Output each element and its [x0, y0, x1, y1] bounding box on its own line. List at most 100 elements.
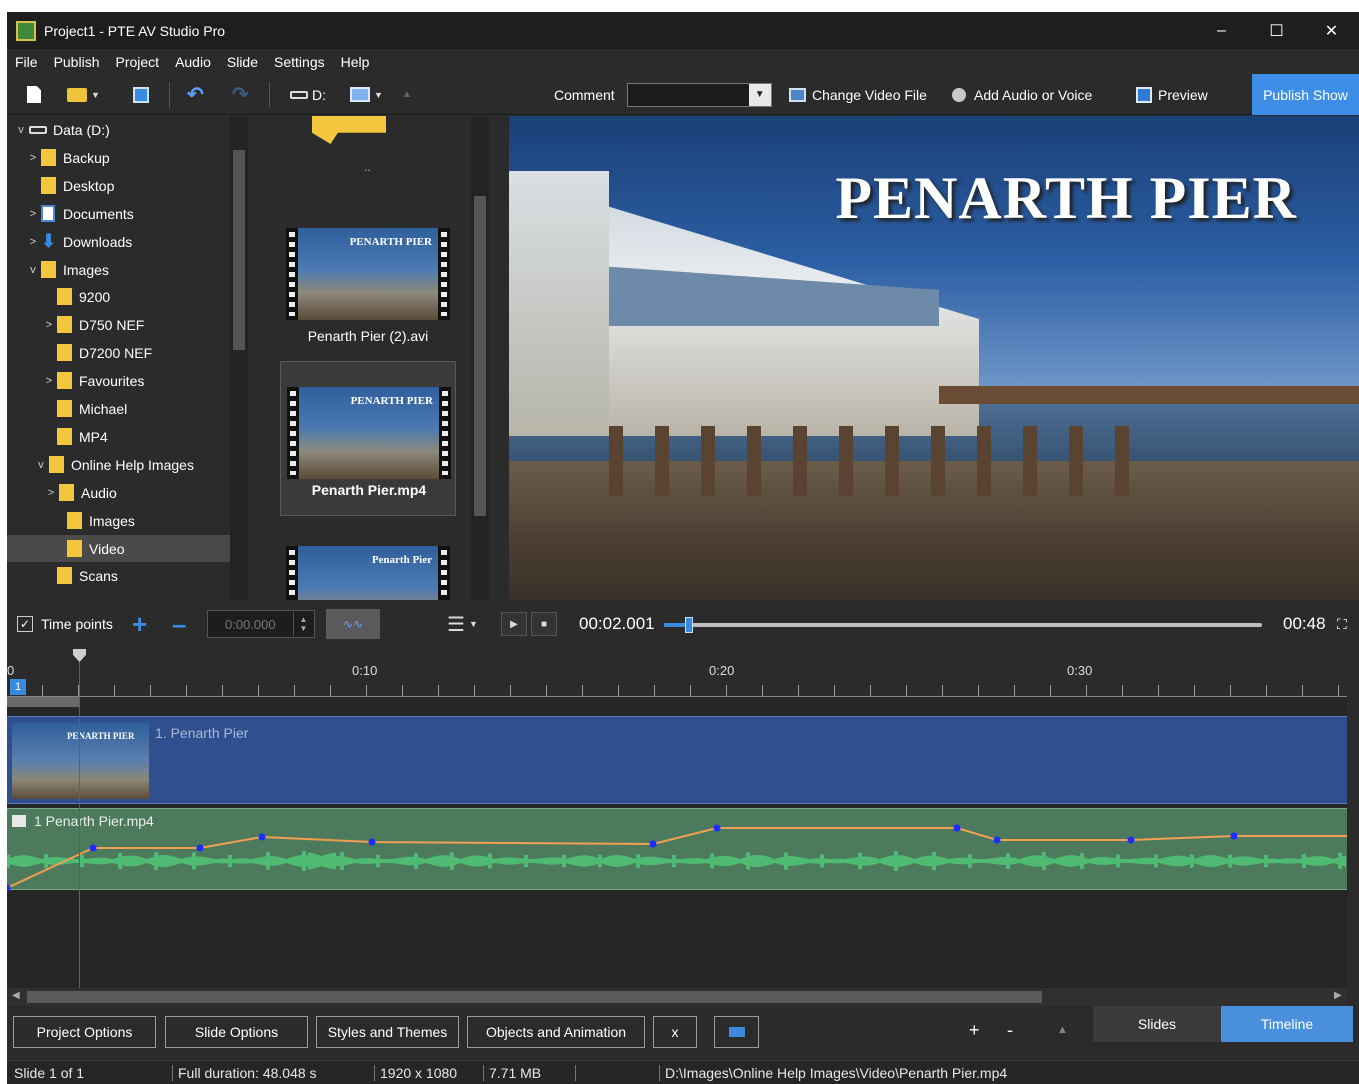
tree-item-d7200-nef[interactable]: D7200 NEF	[41, 339, 152, 366]
volume-envelope-line[interactable]	[7, 827, 1347, 889]
menu-audio[interactable]: Audio	[167, 54, 219, 70]
audio-track[interactable]: 1 Penarth Pier.mp4	[7, 808, 1347, 892]
timeline[interactable]: 0 0:10 0:20 0:30 1 PENARTH PIER 1. Penar…	[7, 649, 1347, 999]
tree-item-audio[interactable]: > Audio	[43, 479, 117, 506]
objects-animation-button[interactable]: Objects and Animation	[467, 1016, 645, 1048]
menu-settings[interactable]: Settings	[266, 54, 333, 70]
publish-show-button[interactable]: Publish Show	[1252, 74, 1359, 115]
time-point-input[interactable]: 0:00.000 ▲ ▼	[207, 610, 315, 638]
tree-item-scans[interactable]: Scans	[41, 562, 118, 589]
scroll-left-icon[interactable]: ◀	[12, 990, 20, 1001]
envelope-point[interactable]	[7, 884, 11, 892]
chevron-right-icon[interactable]: >	[41, 375, 57, 387]
remove-time-point-button[interactable]: –	[172, 600, 186, 648]
time-spinner[interactable]: ▲ ▼	[293, 612, 313, 636]
view-mode-button[interactable]: ▼	[350, 74, 383, 115]
redo-button[interactable]: ↷	[232, 74, 249, 115]
chevron-right-icon[interactable]: >	[41, 319, 57, 331]
comment-field[interactable]: ▼	[626, 82, 772, 107]
tree-item-d750-nef[interactable]: > D750 NEF	[41, 311, 144, 338]
file-item[interactable]: PENARTH PIER Penarth Pier (2).avi	[280, 208, 456, 363]
tree-item-desktop[interactable]: Desktop	[25, 172, 114, 199]
timeline-vertical-scrollbar[interactable]	[1347, 649, 1359, 999]
arrow-up-icon[interactable]: ▲	[1057, 1024, 1068, 1036]
file-browser-scrollbar[interactable]	[471, 116, 489, 600]
menu-file[interactable]: File	[7, 54, 46, 70]
tree-item-documents[interactable]: > Documents	[25, 200, 134, 227]
tree-item-backup[interactable]: > Backup	[25, 144, 110, 171]
tree-scrollbar-thumb[interactable]	[233, 150, 245, 350]
remove-slide-button[interactable]: -	[1007, 1020, 1013, 1041]
tree-item-images[interactable]: v Images	[25, 256, 109, 283]
add-slide-button[interactable]: +	[969, 1020, 980, 1041]
tree-drive[interactable]: v Data (D:)	[13, 116, 110, 143]
playback-slider[interactable]	[664, 617, 1262, 633]
parent-folder-icon[interactable]	[312, 116, 386, 144]
envelope-point[interactable]	[368, 838, 376, 846]
chevron-right-icon[interactable]: >	[25, 236, 41, 248]
comment-dropdown-button[interactable]: ▼	[748, 83, 771, 106]
minimize-button[interactable]: –	[1194, 12, 1249, 49]
add-time-point-button[interactable]: +	[132, 600, 147, 648]
preview-button[interactable]: Preview	[1136, 74, 1208, 115]
stop-button[interactable]: ■	[531, 612, 557, 636]
tree-item-favourites[interactable]: > Favourites	[41, 367, 144, 394]
close-x-button[interactable]: x	[653, 1016, 697, 1048]
envelope-point[interactable]	[258, 833, 266, 841]
styles-themes-button[interactable]: Styles and Themes	[316, 1016, 459, 1048]
menu-project[interactable]: Project	[107, 54, 167, 70]
menu-help[interactable]: Help	[333, 54, 378, 70]
add-audio-button[interactable]: Add Audio or Voice	[952, 74, 1092, 115]
chevron-right-icon[interactable]: >	[25, 208, 41, 220]
open-project-button[interactable]: ▼	[67, 74, 100, 115]
tree-item-video[interactable]: Video	[7, 535, 230, 562]
change-video-file-button[interactable]: Change Video File	[789, 74, 927, 115]
envelope-point[interactable]	[196, 844, 204, 852]
time-point-field[interactable]: 0:00.000 ▲ ▼	[207, 600, 315, 648]
slide-track[interactable]: PENARTH PIER 1. Penarth Pier	[7, 716, 1347, 804]
file-browser-scrollbar-thumb[interactable]	[474, 196, 486, 516]
customize-button[interactable]	[714, 1016, 759, 1048]
tree-scrollbar[interactable]	[230, 116, 248, 600]
close-button[interactable]: ✕	[1304, 12, 1359, 49]
tree-item-images-sub[interactable]: Images	[51, 507, 135, 534]
envelope-point[interactable]	[1230, 832, 1238, 840]
tree-item-mp4[interactable]: MP4	[41, 423, 108, 450]
waveform-button[interactable]: ∿∿	[326, 600, 380, 648]
envelope-point[interactable]	[649, 840, 657, 848]
preview-panel[interactable]: PENARTH PIER	[509, 116, 1359, 600]
envelope-point[interactable]	[1127, 836, 1135, 844]
file-item[interactable]: Penarth Pier	[280, 526, 456, 600]
chevron-right-icon[interactable]: >	[43, 487, 59, 499]
play-button[interactable]: ▶	[501, 612, 527, 636]
up-arrow-button[interactable]: ▲	[402, 74, 412, 115]
envelope-point[interactable]	[713, 824, 721, 832]
envelope-point[interactable]	[953, 824, 961, 832]
fullscreen-button[interactable]: ⛶	[1337, 600, 1347, 648]
save-project-button[interactable]	[133, 74, 149, 115]
tab-slides[interactable]: Slides	[1093, 1006, 1221, 1042]
playhead-line[interactable]	[79, 649, 80, 999]
tree-item-9200[interactable]: 9200	[41, 283, 110, 310]
tree-item-downloads[interactable]: > ⬇ Downloads	[25, 228, 132, 255]
timeline-scrollbar-thumb[interactable]	[27, 991, 1042, 1003]
envelope-point[interactable]	[993, 836, 1001, 844]
file-item-selected[interactable]: PENARTH PIER Penarth Pier.mp4	[280, 361, 456, 516]
scroll-right-icon[interactable]: ▶	[1334, 990, 1342, 1001]
time-points-toggle[interactable]: ✓ Time points	[17, 600, 113, 648]
menu-slide[interactable]: Slide	[219, 54, 266, 70]
tab-timeline[interactable]: Timeline	[1221, 1006, 1353, 1042]
chevron-right-icon[interactable]: >	[25, 152, 41, 164]
slide-number-badge[interactable]: 1	[10, 679, 26, 695]
chevron-down-icon[interactable]: v	[25, 264, 41, 276]
timeline-menu-button[interactable]: ☰ ▼	[447, 600, 478, 648]
project-options-button[interactable]: Project Options	[13, 1016, 156, 1048]
slide-options-button[interactable]: Slide Options	[165, 1016, 308, 1048]
chevron-down-icon[interactable]: v	[33, 459, 49, 471]
drive-button[interactable]: D:	[290, 74, 326, 115]
maximize-button[interactable]: ☐	[1249, 12, 1304, 49]
new-project-button[interactable]	[27, 74, 41, 115]
menu-publish[interactable]: Publish	[46, 54, 108, 70]
timeline-horizontal-scrollbar[interactable]: ◀ ▶	[7, 988, 1347, 1006]
time-points-checkbox[interactable]: ✓	[17, 616, 33, 632]
